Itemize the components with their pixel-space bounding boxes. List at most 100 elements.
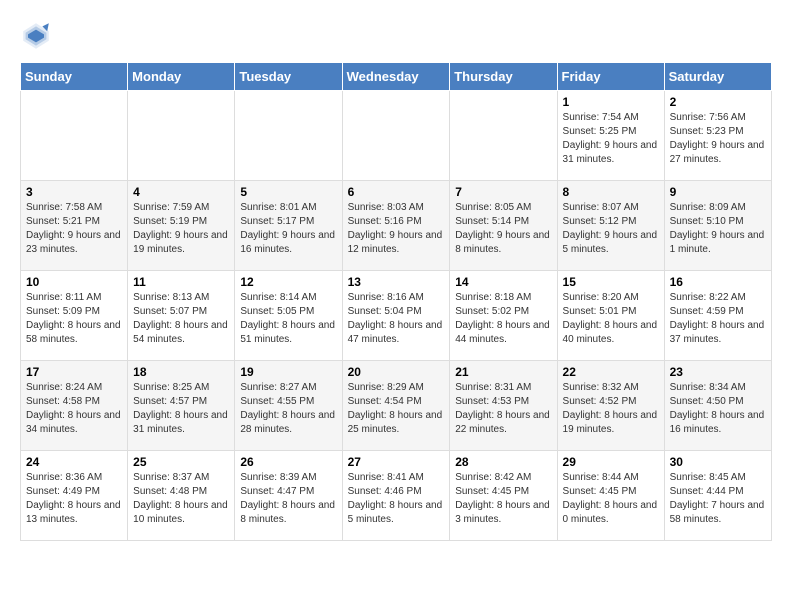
calendar-cell: 7 Sunrise: 8:05 AM Sunset: 5:14 PM Daylig… [450,181,557,271]
calendar-cell: 27 Sunrise: 8:41 AM Sunset: 4:46 PM Dayli… [342,451,450,541]
calendar-cell: 17 Sunrise: 8:24 AM Sunset: 4:58 PM Dayli… [21,361,128,451]
day-info: Sunrise: 7:58 AM Sunset: 5:21 PM Dayligh… [26,201,122,257]
day-info: Sunrise: 8:36 AM Sunset: 4:49 PM Dayligh… [26,471,122,527]
day-number: 16 [670,275,766,289]
calendar-cell [21,91,128,181]
day-info: Sunrise: 8:45 AM Sunset: 4:44 PM Dayligh… [670,471,766,527]
day-number: 21 [455,365,551,379]
calendar-cell: 11 Sunrise: 8:13 AM Sunset: 5:07 PM Dayli… [128,271,235,361]
day-info: Sunrise: 8:41 AM Sunset: 4:46 PM Dayligh… [348,471,445,527]
day-number: 17 [26,365,122,379]
day-number: 13 [348,275,445,289]
day-info: Sunrise: 8:24 AM Sunset: 4:58 PM Dayligh… [26,381,122,437]
day-number: 19 [240,365,336,379]
day-info: Sunrise: 8:01 AM Sunset: 5:17 PM Dayligh… [240,201,336,257]
day-info: Sunrise: 8:13 AM Sunset: 5:07 PM Dayligh… [133,291,229,347]
calendar-week-row: 3Sunrise: 7:58 AM Sunset: 5:21 PM Daylig… [21,181,772,271]
calendar-cell: 4 Sunrise: 7:59 AM Sunset: 5:19 PM Daylig… [128,181,235,271]
day-number: 9 [670,185,766,199]
calendar-cell: 10 Sunrise: 8:11 AM Sunset: 5:09 PM Dayli… [21,271,128,361]
calendar-table: SundayMondayTuesdayWednesdayThursdayFrid… [20,62,772,541]
calendar-cell: 19 Sunrise: 8:27 AM Sunset: 4:55 PM Dayli… [235,361,342,451]
day-number: 24 [26,455,122,469]
calendar-header-tuesday: Tuesday [235,63,342,91]
day-info: Sunrise: 8:20 AM Sunset: 5:01 PM Dayligh… [563,291,659,347]
day-number: 6 [348,185,445,199]
day-info: Sunrise: 8:14 AM Sunset: 5:05 PM Dayligh… [240,291,336,347]
calendar-cell: 29 Sunrise: 8:44 AM Sunset: 4:45 PM Dayli… [557,451,664,541]
calendar-cell [128,91,235,181]
calendar-cell: 2Sunrise: 7:56 AM Sunset: 5:23 PM Daylig… [664,91,771,181]
day-info: Sunrise: 8:44 AM Sunset: 4:45 PM Dayligh… [563,471,659,527]
calendar-header-sunday: Sunday [21,63,128,91]
calendar-cell: 16 Sunrise: 8:22 AM Sunset: 4:59 PM Dayli… [664,271,771,361]
page-header [20,20,772,52]
day-info: Sunrise: 8:22 AM Sunset: 4:59 PM Dayligh… [670,291,766,347]
day-info: Sunrise: 8:29 AM Sunset: 4:54 PM Dayligh… [348,381,445,437]
calendar-cell: 12 Sunrise: 8:14 AM Sunset: 5:05 PM Dayli… [235,271,342,361]
day-number: 27 [348,455,445,469]
day-number: 5 [240,185,336,199]
day-info: Sunrise: 8:27 AM Sunset: 4:55 PM Dayligh… [240,381,336,437]
calendar-header-monday: Monday [128,63,235,91]
calendar-cell: 22 Sunrise: 8:32 AM Sunset: 4:52 PM Dayli… [557,361,664,451]
day-info: Sunrise: 7:59 AM Sunset: 5:19 PM Dayligh… [133,201,229,257]
day-number: 28 [455,455,551,469]
day-number: 25 [133,455,229,469]
calendar-cell: 26 Sunrise: 8:39 AM Sunset: 4:47 PM Dayli… [235,451,342,541]
calendar-cell: 13 Sunrise: 8:16 AM Sunset: 5:04 PM Dayli… [342,271,450,361]
day-info: Sunrise: 8:42 AM Sunset: 4:45 PM Dayligh… [455,471,551,527]
calendar-cell: 25Sunrise: 8:37 AM Sunset: 4:48 PM Dayli… [128,451,235,541]
day-info: Sunrise: 8:18 AM Sunset: 5:02 PM Dayligh… [455,291,551,347]
day-info: Sunrise: 8:34 AM Sunset: 4:50 PM Dayligh… [670,381,766,437]
calendar-cell: 28 Sunrise: 8:42 AM Sunset: 4:45 PM Dayli… [450,451,557,541]
day-number: 1 [563,95,659,109]
calendar-cell: 30Sunrise: 8:45 AM Sunset: 4:44 PM Dayli… [664,451,771,541]
calendar-header-saturday: Saturday [664,63,771,91]
calendar-header-wednesday: Wednesday [342,63,450,91]
day-info: Sunrise: 7:54 AM Sunset: 5:25 PM Dayligh… [563,111,659,167]
day-number: 22 [563,365,659,379]
day-number: 11 [133,275,229,289]
calendar-cell: 9 Sunrise: 8:09 AM Sunset: 5:10 PM Daylig… [664,181,771,271]
day-number: 2 [670,95,766,109]
logo [20,20,56,52]
day-number: 20 [348,365,445,379]
calendar-header-friday: Friday [557,63,664,91]
day-info: Sunrise: 8:07 AM Sunset: 5:12 PM Dayligh… [563,201,659,257]
day-info: Sunrise: 8:03 AM Sunset: 5:16 PM Dayligh… [348,201,445,257]
logo-icon [20,20,52,52]
day-number: 29 [563,455,659,469]
calendar-cell [342,91,450,181]
day-number: 26 [240,455,336,469]
calendar-week-row: 17 Sunrise: 8:24 AM Sunset: 4:58 PM Dayli… [21,361,772,451]
day-info: Sunrise: 8:05 AM Sunset: 5:14 PM Dayligh… [455,201,551,257]
calendar-cell: 24 Sunrise: 8:36 AM Sunset: 4:49 PM Dayli… [21,451,128,541]
calendar-cell: 23Sunrise: 8:34 AM Sunset: 4:50 PM Dayli… [664,361,771,451]
calendar-cell: 3Sunrise: 7:58 AM Sunset: 5:21 PM Daylig… [21,181,128,271]
calendar-cell: 5 Sunrise: 8:01 AM Sunset: 5:17 PM Daylig… [235,181,342,271]
calendar-cell: 20 Sunrise: 8:29 AM Sunset: 4:54 PM Dayli… [342,361,450,451]
day-info: Sunrise: 8:32 AM Sunset: 4:52 PM Dayligh… [563,381,659,437]
calendar-cell: 15 Sunrise: 8:20 AM Sunset: 5:01 PM Dayli… [557,271,664,361]
calendar-header-row: SundayMondayTuesdayWednesdayThursdayFrid… [21,63,772,91]
calendar-cell: 18Sunrise: 8:25 AM Sunset: 4:57 PM Dayli… [128,361,235,451]
day-info: Sunrise: 8:16 AM Sunset: 5:04 PM Dayligh… [348,291,445,347]
day-number: 7 [455,185,551,199]
day-number: 4 [133,185,229,199]
day-number: 8 [563,185,659,199]
day-number: 15 [563,275,659,289]
day-number: 14 [455,275,551,289]
day-info: Sunrise: 8:11 AM Sunset: 5:09 PM Dayligh… [26,291,122,347]
calendar-week-row: 10 Sunrise: 8:11 AM Sunset: 5:09 PM Dayli… [21,271,772,361]
calendar-cell: 1 Sunrise: 7:54 AM Sunset: 5:25 PM Daylig… [557,91,664,181]
day-number: 10 [26,275,122,289]
calendar-cell [235,91,342,181]
calendar-header-thursday: Thursday [450,63,557,91]
day-number: 12 [240,275,336,289]
day-info: Sunrise: 8:31 AM Sunset: 4:53 PM Dayligh… [455,381,551,437]
calendar-cell: 14 Sunrise: 8:18 AM Sunset: 5:02 PM Dayli… [450,271,557,361]
day-info: Sunrise: 8:09 AM Sunset: 5:10 PM Dayligh… [670,201,766,257]
calendar-week-row: 24 Sunrise: 8:36 AM Sunset: 4:49 PM Dayli… [21,451,772,541]
day-info: Sunrise: 8:39 AM Sunset: 4:47 PM Dayligh… [240,471,336,527]
